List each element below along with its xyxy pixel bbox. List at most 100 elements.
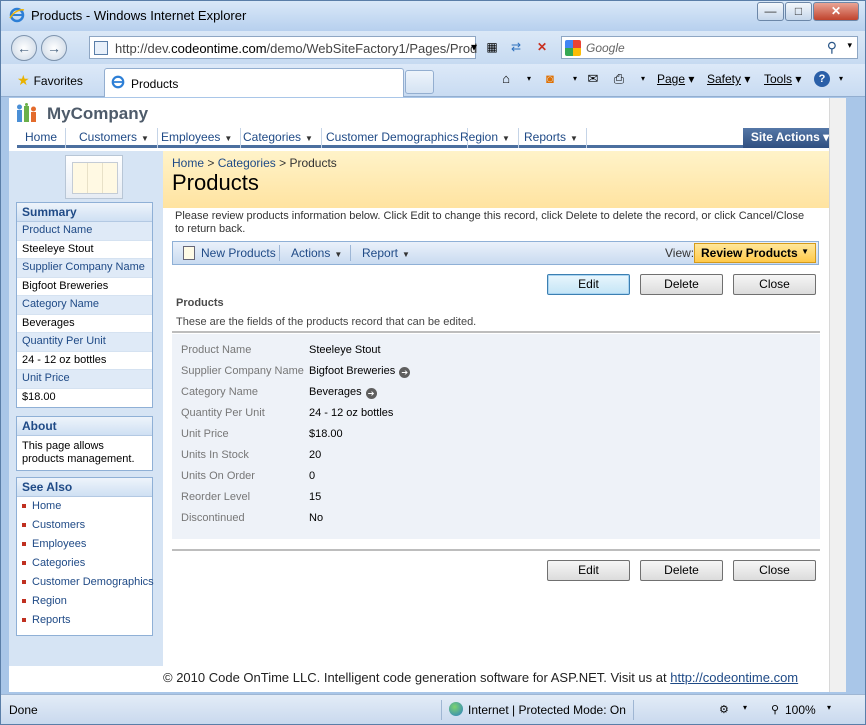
see-also-customers[interactable]: Customers bbox=[17, 516, 152, 535]
mail-icon[interactable]: ✉ bbox=[585, 71, 601, 87]
zoom-dropdown-icon[interactable]: ▾ bbox=[827, 703, 831, 712]
page-footer: © 2010 Code OnTime LLC. Intelligent code… bbox=[163, 666, 829, 692]
safety-menu[interactable]: Safety ▾ bbox=[707, 72, 750, 86]
search-icon[interactable]: ⚲ bbox=[827, 39, 837, 56]
home-icon[interactable]: ⌂ bbox=[498, 71, 514, 87]
navigate-arrow-icon[interactable]: ➔ bbox=[365, 388, 377, 399]
bullet-icon bbox=[22, 561, 26, 566]
compatibility-view-icon[interactable]: ▦ bbox=[481, 36, 503, 59]
field-value-link[interactable]: Beverages ➔ bbox=[309, 386, 377, 399]
see-also-employees[interactable]: Employees bbox=[17, 535, 152, 554]
search-dropdown-icon[interactable]: ▾ bbox=[847, 40, 852, 51]
search-input[interactable]: Google ⚲ ▾ bbox=[561, 36, 858, 59]
refresh-icon[interactable]: ⇄ bbox=[505, 36, 527, 59]
favorites-button[interactable]: ★ Favorites bbox=[9, 69, 93, 93]
field-label: Category Name bbox=[181, 386, 259, 398]
company-logo-icon bbox=[17, 103, 36, 122]
stop-icon[interactable]: ✕ bbox=[531, 36, 553, 59]
edit-button-top[interactable]: Edit bbox=[547, 274, 630, 295]
field-row: Unit Price $18.00 bbox=[172, 428, 820, 449]
breadcrumb: Home > Categories > Products bbox=[172, 156, 337, 170]
summary-label: Unit Price bbox=[17, 370, 152, 389]
view-label: View: bbox=[665, 246, 695, 260]
print-icon[interactable]: ⎙ bbox=[611, 71, 627, 87]
new-tab-button[interactable] bbox=[405, 70, 434, 94]
toolbar-separator bbox=[279, 245, 280, 261]
back-button[interactable]: ← bbox=[11, 35, 37, 61]
summary-value: $18.00 bbox=[17, 388, 152, 407]
address-url: http://dev.codeontime.com/demo/WebSiteFa… bbox=[115, 41, 478, 56]
about-text: This page allows products management. bbox=[22, 440, 135, 465]
minimize-button[interactable]: — bbox=[757, 2, 784, 21]
security-zone-text[interactable]: Internet | Protected Mode: On bbox=[468, 703, 626, 717]
breadcrumb-home[interactable]: Home bbox=[172, 156, 204, 170]
report-menu[interactable]: Report ▼ bbox=[362, 246, 410, 260]
field-row: Supplier Company Name Bigfoot Breweries ➔ bbox=[172, 365, 820, 386]
field-label: Reorder Level bbox=[181, 491, 251, 503]
status-dropdown-icon[interactable]: ▾ bbox=[743, 703, 747, 712]
menu-home[interactable]: Home bbox=[17, 128, 67, 148]
field-label: Product Name bbox=[181, 344, 252, 356]
delete-button-bottom[interactable]: Delete bbox=[640, 560, 723, 581]
maximize-button[interactable]: □ bbox=[785, 2, 812, 21]
view-selector[interactable]: Review Products ▼ bbox=[694, 243, 816, 263]
menu-region[interactable]: Region ▼ bbox=[452, 128, 519, 148]
close-button-bottom[interactable]: Close bbox=[733, 560, 816, 581]
tab-products[interactable]: Products bbox=[104, 68, 404, 97]
print-dropdown-icon[interactable]: ▾ bbox=[635, 71, 651, 87]
see-also-reports[interactable]: Reports bbox=[17, 611, 152, 630]
menu-employees[interactable]: Employees ▼ bbox=[153, 128, 242, 148]
delete-button-top[interactable]: Delete bbox=[640, 274, 723, 295]
actions-menu[interactable]: Actions ▼ bbox=[291, 246, 342, 260]
zoom-level[interactable]: 100% bbox=[785, 703, 816, 717]
see-also-categories[interactable]: Categories bbox=[17, 554, 152, 573]
menu-categories[interactable]: Categories ▼ bbox=[235, 128, 322, 148]
field-row: Units In Stock 20 bbox=[172, 449, 820, 470]
new-products-button[interactable]: New Products bbox=[201, 246, 276, 260]
menu-reports[interactable]: Reports ▼ bbox=[516, 128, 587, 148]
home-dropdown-icon[interactable]: ▾ bbox=[521, 71, 537, 87]
status-text: Done bbox=[9, 703, 38, 717]
see-also-region[interactable]: Region bbox=[17, 592, 152, 611]
see-also-customer-demographics[interactable]: Customer Demographics bbox=[17, 573, 154, 592]
navigate-arrow-icon[interactable]: ➔ bbox=[399, 367, 411, 378]
page-menu[interactable]: Page ▾ bbox=[657, 72, 694, 86]
field-row: Reorder Level 15 bbox=[172, 491, 820, 512]
breadcrumb-categories[interactable]: Categories bbox=[218, 156, 276, 170]
field-value-link[interactable]: Bigfoot Breweries ➔ bbox=[309, 365, 411, 378]
tab-label: Products bbox=[131, 77, 179, 91]
chevron-down-icon: ▼ bbox=[502, 134, 510, 143]
feed-dropdown-icon[interactable]: ▾ bbox=[567, 71, 583, 87]
close-window-button[interactable]: ✕ bbox=[813, 2, 859, 21]
tab-row: ★ Favorites Products ⌂ ▾ ◙ ▾ ✉ ⎙ ▾ Page ▾… bbox=[1, 64, 865, 97]
address-bar[interactable]: http://dev.codeontime.com/demo/WebSiteFa… bbox=[89, 36, 478, 59]
field-label: Units On Order bbox=[181, 470, 255, 482]
see-also-panel: See Also Home Customers Employees Catego… bbox=[16, 477, 154, 636]
company-name: MyCompany bbox=[47, 104, 149, 123]
footer-link[interactable]: http://codeontime.com bbox=[670, 670, 798, 685]
rss-feed-icon[interactable]: ◙ bbox=[542, 71, 558, 87]
summary-value: Steeleye Stout bbox=[17, 240, 152, 259]
forward-button[interactable]: → bbox=[41, 35, 67, 61]
field-label: Units In Stock bbox=[181, 449, 249, 461]
chevron-down-icon: ▼ bbox=[334, 250, 343, 259]
help-dropdown-icon[interactable]: ▾ bbox=[833, 71, 849, 87]
bullet-icon bbox=[22, 542, 26, 547]
tools-menu[interactable]: Tools ▾ bbox=[764, 72, 801, 86]
site-header: MyCompany bbox=[9, 98, 829, 128]
close-button-top[interactable]: Close bbox=[733, 274, 816, 295]
field-value: 24 - 12 oz bottles bbox=[309, 407, 394, 419]
page-icon bbox=[94, 41, 108, 55]
edit-button-bottom[interactable]: Edit bbox=[547, 560, 630, 581]
search-placeholder: Google bbox=[586, 41, 625, 55]
menu-customers[interactable]: Customers ▼ bbox=[71, 128, 158, 148]
see-also-home[interactable]: Home bbox=[17, 497, 152, 516]
help-icon[interactable]: ? bbox=[814, 71, 830, 87]
field-label: Supplier Company Name bbox=[181, 365, 304, 377]
site-actions-button[interactable]: Site Actions ▾ bbox=[743, 128, 829, 148]
vertical-scrollbar[interactable] bbox=[829, 98, 846, 692]
menu-customer-demographics[interactable]: Customer Demographics bbox=[318, 128, 468, 148]
field-value: 20 bbox=[309, 449, 322, 461]
summary-value: Beverages bbox=[17, 314, 152, 333]
field-label: Unit Price bbox=[181, 428, 229, 440]
